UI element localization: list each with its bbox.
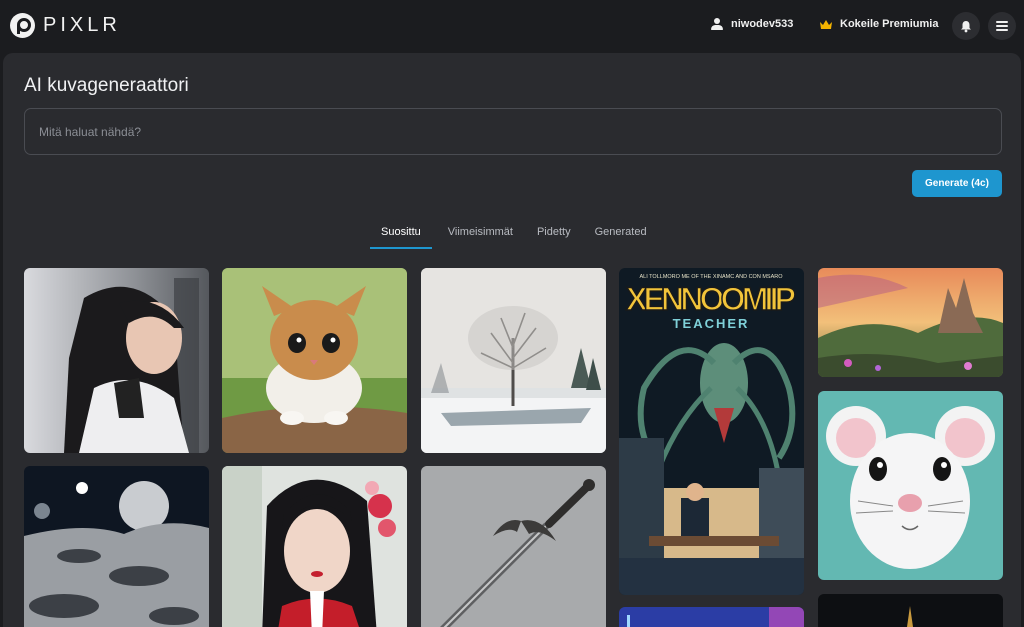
sword-image [421,466,606,627]
poster-tagline: ALI TOLLMORO ME OF THE XINAMC AND CON MS… [639,274,783,280]
bell-icon [961,20,971,32]
winter-tree-image [421,268,606,453]
kitten-image [222,268,407,453]
top-bar: PIXLR niwodev533 Kokeile Premiumia [0,0,1024,52]
logo-text: PIXLR [43,14,121,36]
gallery-image-alien-poster[interactable]: ALI TOLLMORO ME OF THE XINAMC AND CON MS… [619,268,804,595]
notifications-button[interactable] [952,12,980,40]
username-label: niwodev533 [731,18,794,30]
tab-suosittu[interactable]: Suosittu [370,222,432,249]
gallery-image-white-mouse[interactable] [818,391,1003,580]
main-menu-button[interactable] [988,12,1016,40]
gallery-image-moon[interactable] [24,466,209,627]
tab-pidetty[interactable]: Pidetty [529,222,579,249]
crown-icon [820,19,832,29]
fantasy-castle-image [818,268,1003,377]
gallery-tabs: Suosittu Viimeisimmät Pidetty Generated [370,222,663,249]
generate-button[interactable]: Generate (4c) [912,170,1002,197]
gallery-image-woman-flowers[interactable] [222,466,407,627]
pixlr-logo[interactable]: PIXLR [10,13,121,38]
prompt-input[interactable] [24,108,1002,155]
pixlr-logo-icon [10,13,35,38]
gallery-image-city-night[interactable] [619,607,804,627]
woman-flowers-image [222,466,407,627]
gallery-image-kitten[interactable] [222,268,407,453]
city-night-image [619,607,804,627]
dark-image [818,594,1003,627]
poster-subtitle: TEACHER [673,316,750,331]
page-title: AI kuvageneraattori [24,75,189,96]
try-premium-button[interactable]: Kokeile Premiumia [819,18,938,30]
white-mouse-image [818,391,1003,580]
tab-generated[interactable]: Generated [587,222,655,249]
portrait-image [24,268,209,453]
user-icon [711,18,723,30]
gallery-image-winter-tree[interactable] [421,268,606,453]
tab-viimeisimmat[interactable]: Viimeisimmät [440,222,521,249]
moon-image [24,466,209,627]
hamburger-menu-icon [996,21,1008,31]
poster-title: XENNOOMIIP [626,281,796,317]
user-account-button[interactable]: niwodev533 [711,18,793,30]
gallery-image-dark[interactable] [818,594,1003,627]
gallery-image-sword[interactable] [421,466,606,627]
gallery-image-portrait[interactable] [24,268,209,453]
premium-label: Kokeile Premiumia [840,18,939,30]
gallery-image-fantasy-castle[interactable] [818,268,1003,377]
alien-poster-image: ALI TOLLMORO ME OF THE XINAMC AND CON MS… [619,268,804,595]
